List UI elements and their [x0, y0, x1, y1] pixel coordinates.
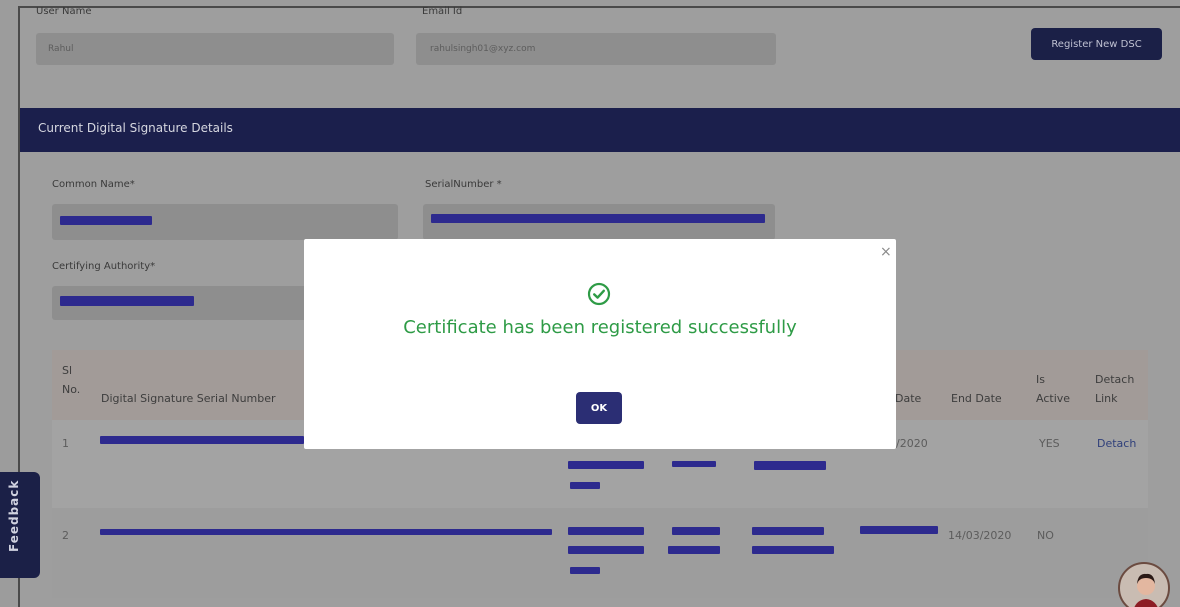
row-sl: 1	[62, 437, 69, 450]
row-active-status: NO	[1037, 529, 1054, 542]
ok-button[interactable]: OK	[576, 392, 622, 424]
cell-redaction	[568, 527, 644, 535]
detach-link[interactable]: Detach	[1097, 437, 1136, 450]
email-value: rahulsingh01@xyz.com	[430, 44, 536, 54]
assistant-avatar-icon	[1134, 573, 1158, 607]
common-name-redaction	[60, 216, 152, 225]
cell-redaction	[672, 461, 716, 467]
email-label: Email Id	[422, 6, 463, 17]
user-name-value: Rahul	[48, 44, 74, 54]
feedback-label: Feedback	[7, 479, 21, 552]
feedback-tab[interactable]: Feedback	[0, 472, 40, 578]
header-detach-link: Detach Link	[1095, 373, 1135, 405]
user-name-field[interactable]	[36, 33, 394, 65]
header-serial-number: Digital Signature Serial Number	[101, 392, 276, 405]
cell-redaction	[570, 567, 600, 574]
cell-redaction	[752, 546, 834, 554]
certifying-authority-redaction	[60, 296, 194, 306]
cell-redaction	[752, 527, 824, 535]
cell-redaction	[672, 527, 720, 535]
cell-redaction	[668, 546, 720, 554]
chat-avatar[interactable]	[1118, 562, 1170, 607]
section-title: Current Digital Signature Details	[38, 121, 233, 135]
row-active-status: YES	[1039, 437, 1060, 450]
header-sl-no: Sl No.	[62, 364, 81, 396]
common-name-label: Common Name*	[52, 179, 135, 190]
row-serial-redaction	[100, 436, 304, 444]
header-start-date: Date	[895, 392, 922, 405]
header-is-active: Is Active	[1036, 373, 1071, 405]
cell-redaction	[570, 482, 600, 489]
success-message: Certificate has been registered successf…	[403, 317, 797, 338]
check-circle-icon	[587, 282, 611, 306]
register-new-dsc-button[interactable]: Register New DSC	[1031, 28, 1162, 60]
serial-number-redaction	[431, 214, 765, 223]
row-serial-redaction	[100, 529, 552, 535]
serial-number-label: SerialNumber *	[425, 179, 502, 190]
row-sl: 2	[62, 529, 69, 542]
cell-redaction	[754, 461, 826, 470]
close-icon[interactable]: ×	[880, 245, 892, 259]
cell-redaction	[860, 526, 938, 534]
certifying-authority-label: Certifying Authority*	[52, 261, 156, 272]
cell-redaction	[568, 546, 644, 554]
cell-redaction	[568, 461, 644, 469]
user-name-label: User Name	[36, 6, 92, 17]
row-end-date: 14/03/2020	[948, 529, 1012, 542]
row-start-date: /2020	[896, 437, 928, 450]
header-end-date: End Date	[951, 392, 1002, 405]
